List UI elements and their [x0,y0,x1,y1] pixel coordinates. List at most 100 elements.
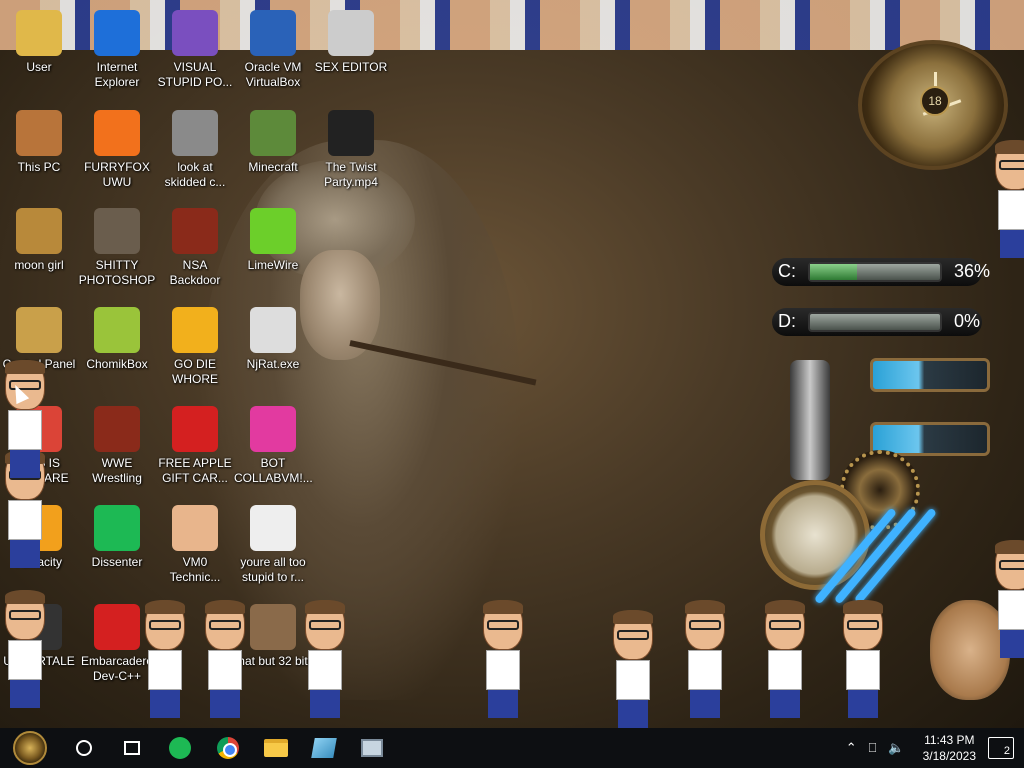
character-glasses [617,630,649,640]
network-icon[interactable]: ⎕ [863,740,883,756]
overlay-character [990,140,1024,260]
app-dissenter[interactable] [156,728,204,768]
desktop-icon-label: look at skidded c... [164,160,226,189]
search-button[interactable] [60,728,108,768]
desktop-icon-twist[interactable]: The Twist Party.mp4 [312,110,390,190]
notification-center-button[interactable]: 2 [988,737,1014,759]
desktop-icon-moongirl[interactable]: moon girl [0,208,78,273]
character-pants [310,690,340,718]
desktop-icon-firefox[interactable]: FURRYFOX UWU [78,110,156,190]
desktop-icon-vs[interactable]: VISUAL STUPID PO... [156,10,234,90]
drive-d-gauge[interactable]: D: 0% [742,308,1004,338]
editor-icon [328,10,374,56]
files-icon [172,110,218,156]
character-shirt [688,650,722,690]
desktop-icon-vbox[interactable]: Oracle VM VirtualBox [234,10,312,90]
desktop-icon-label: The Twist Party.mp4 [324,160,378,189]
character-shirt [768,650,802,690]
app-monitor[interactable] [348,728,396,768]
desktop-icon-label: moon girl [14,258,64,272]
skull-icon [250,307,296,353]
clock-button[interactable]: 11:43 PM 3/18/2023 [911,732,988,764]
volume-icon[interactable]: 🔈 [882,740,910,756]
start-orb-icon [13,731,47,765]
clock-gadget[interactable]: 18 [858,40,1008,170]
desktop-icon-label: LimeWire [247,258,299,272]
desktop-icon-njrat[interactable]: NjRat.exe [234,307,312,372]
desktop-icon-dissenter[interactable]: Dissenter [78,505,156,570]
desktop-icon-wwe[interactable]: WWE Wrestling [78,406,156,486]
character-hair [5,590,45,604]
overlay-character [478,600,528,720]
portrait-icon [250,604,296,650]
folder-icon [264,739,288,757]
overlay-character [838,600,888,720]
task-view-button[interactable] [108,728,156,768]
character-glasses [769,620,801,630]
character-shirt [486,650,520,690]
desktop-icon-gimp[interactable]: SHITTY PHOTOSHOP [78,208,156,288]
control-panel-icon [16,307,62,353]
character-shirt [998,590,1024,630]
chrome-icon [217,737,239,759]
character-pants [150,690,180,718]
desktop-icon-skidded[interactable]: look at skidded c... [156,110,234,190]
app-chrome[interactable] [204,728,252,768]
tv-icon [94,406,140,452]
app-file-explorer[interactable] [252,728,300,768]
character-glasses [149,620,181,630]
taskbar-date: 3/18/2023 [922,749,976,763]
monitor-icon [361,739,383,757]
desktop-icon-chomikbox[interactable]: ChomikBox [78,307,156,372]
desktop-icon-ie[interactable]: Internet Explorer [78,10,156,90]
pressure-gauge-icon [760,480,870,590]
character-shirt [8,410,42,450]
taskbar: ⌃ ⎕ 🔈 11:43 PM 3/18/2023 2 [0,728,1024,768]
desktop-icon-godie[interactable]: GO DIE WHORE [156,307,234,387]
gimp-icon [94,208,140,254]
desktop-icon-label: Internet Explorer [94,60,140,89]
desktop-icon-label: FURRYFOX UWU [84,160,150,189]
desktop-icon-label: User [26,60,52,74]
desktop-icon-bot[interactable]: BOT COLLABVM!... [234,406,313,486]
chevron-up-icon[interactable]: ⌃ [840,740,863,756]
bot-icon [250,406,296,452]
dreamweaver-icon [172,307,218,353]
character-pants [210,690,240,718]
overlay-character [990,540,1024,660]
desktop-icon-minecraft[interactable]: Minecraft [234,110,312,175]
start-button[interactable] [0,728,60,768]
character-pants [10,540,40,568]
drive-gauge-tube [808,312,942,332]
character-hair [305,600,345,614]
drive-c-gauge[interactable]: C: 36% [742,258,1004,288]
desktop-icon-youre[interactable]: youre all too stupid to r... [234,505,312,585]
drive-letter: D: [778,311,796,331]
desktop-icon-apple[interactable]: FREE APPLE GIFT CAR... [156,406,234,486]
desktop-icon-user[interactable]: User [0,10,78,75]
minecraft-icon [250,110,296,156]
desktop-icon-label: BOT COLLABVM!... [234,456,313,485]
overlay-character [200,600,250,720]
apple-icon [172,406,218,452]
dissenter-icon [169,737,191,759]
devcpp-icon [94,604,140,650]
desktop-icon-limewire[interactable]: LimeWire [234,208,312,273]
desktop-icon-sexeditor[interactable]: SEX EDITOR [312,10,390,75]
character-hair [995,140,1024,154]
desktop-icon-label: SEX EDITOR [314,60,388,74]
desktop-icon-thispc[interactable]: This PC [0,110,78,175]
backdoor-icon [172,208,218,254]
search-icon [76,740,92,756]
app-paint[interactable] [300,728,348,768]
character-shirt [208,650,242,690]
limewire-icon [250,208,296,254]
user-folder-icon [16,10,62,56]
character-pants [1000,630,1024,658]
steampunk-meter-gadget[interactable] [760,350,1000,630]
desktop-icon-nsa[interactable]: NSA Backdoor [156,208,234,288]
desktop-icon-vm0[interactable]: VM0 Technic... [156,505,234,585]
drive-gauge-tube [808,262,942,282]
video-file-icon [328,110,374,156]
drive-letter: C: [778,261,796,281]
